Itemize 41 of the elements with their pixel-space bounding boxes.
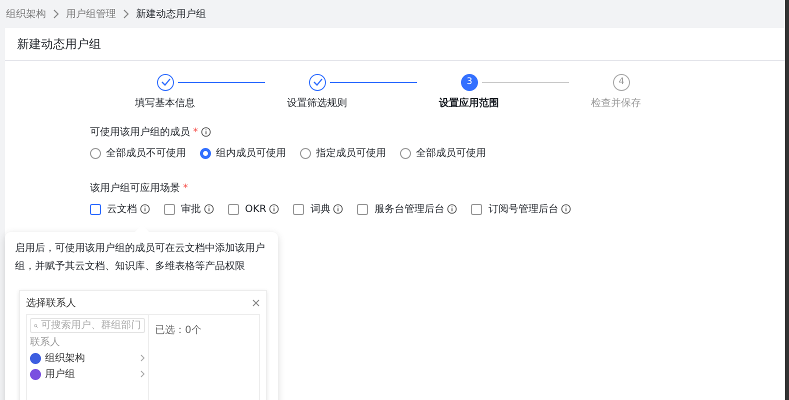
section-label: 联系人 bbox=[30, 336, 61, 349]
selected-count: 已选：0个 bbox=[155, 325, 202, 336]
checkbox-option[interactable]: 服务台管理后台 bbox=[357, 202, 444, 216]
info-icon[interactable] bbox=[269, 204, 280, 214]
field-label: 该用户组可应用场景 bbox=[90, 182, 180, 195]
breadcrumb-item: 新建动态用户组 bbox=[136, 8, 206, 21]
dialog-title: 选择联系人 bbox=[26, 296, 76, 310]
card-title: 新建动态用户组 bbox=[5, 28, 785, 61]
list-item-label: 组织架构 bbox=[45, 352, 86, 365]
close-icon bbox=[252, 299, 260, 307]
checkbox-option[interactable]: 订阅号管理后台 bbox=[471, 202, 558, 216]
chevron-right-icon bbox=[122, 9, 130, 19]
breadcrumb-item[interactable]: 用户组管理 bbox=[66, 7, 116, 21]
search-icon bbox=[34, 322, 38, 330]
info-icon[interactable] bbox=[561, 204, 572, 214]
step-number: 3 bbox=[461, 74, 478, 90]
radio-option[interactable]: 组内成员可使用 bbox=[200, 146, 286, 160]
checkbox-option[interactable]: 词典 bbox=[293, 202, 330, 216]
required-mark: * bbox=[193, 126, 198, 138]
checkbox-option[interactable]: OKR bbox=[228, 204, 266, 214]
info-icon[interactable] bbox=[333, 204, 344, 214]
step-label: 填写基本信息 bbox=[134, 96, 195, 110]
radio-option[interactable]: 指定成员可使用 bbox=[300, 146, 386, 160]
info-icon[interactable] bbox=[447, 204, 458, 214]
field-label: 可使用该用户组的成员 bbox=[90, 126, 190, 139]
breadcrumb-item[interactable]: 组织架构 bbox=[6, 7, 46, 21]
chevron-right-icon bbox=[52, 9, 60, 19]
checkbox-option[interactable]: 审批 bbox=[164, 202, 201, 216]
step-label: 检查并保存 bbox=[590, 96, 641, 110]
info-icon[interactable] bbox=[204, 204, 214, 214]
info-icon[interactable] bbox=[201, 127, 211, 137]
step-label: 设置筛选规则 bbox=[286, 96, 347, 110]
tooltip-text: 启用后，可使用该用户组的成员可在云文档中添加该用户组，并赋予其云文档、知识库、多维表格等产品权限 bbox=[15, 242, 266, 274]
info-icon[interactable] bbox=[140, 204, 150, 214]
checkbox-option[interactable]: 云文档 bbox=[90, 202, 137, 216]
step-number: 4 bbox=[613, 74, 630, 90]
step-label: 设置应用范围 bbox=[438, 96, 499, 110]
radio-option[interactable]: 全部成员不可使用 bbox=[90, 146, 186, 160]
required-mark: * bbox=[183, 182, 188, 194]
radio-option[interactable]: 全部成员可使用 bbox=[400, 146, 486, 160]
list-item-label: 用户组 bbox=[45, 368, 76, 381]
